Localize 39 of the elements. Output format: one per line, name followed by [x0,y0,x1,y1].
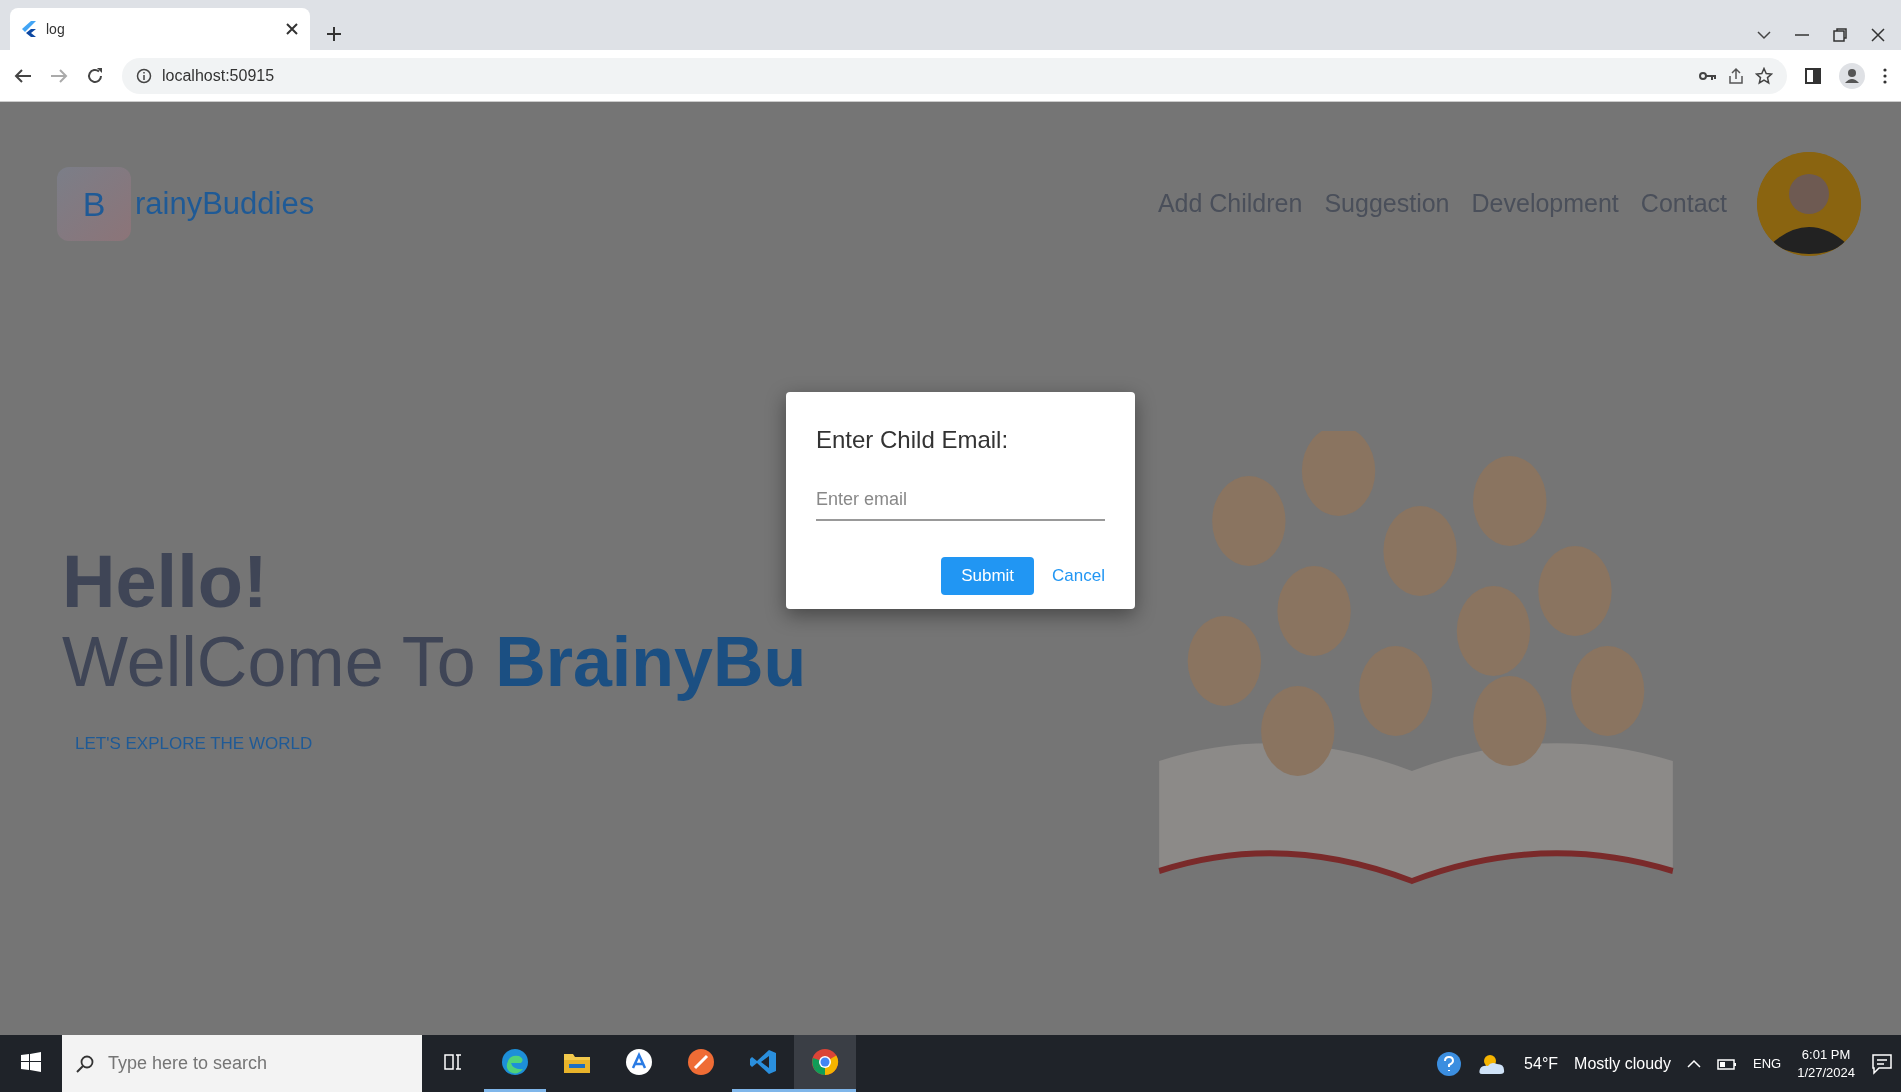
weather-condition: Mostly cloudy [1574,1053,1671,1074]
back-arrow-icon[interactable] [14,67,32,84]
share-icon[interactable] [1727,66,1745,85]
battery-icon[interactable] [1717,1057,1737,1070]
taskbar-search-field[interactable]: Type here to search [106,1049,408,1078]
submit-button[interactable]: Submit [941,557,1035,595]
address-bar[interactable]: localhost:50915 [122,57,1787,94]
more-icon[interactable] [1883,67,1887,84]
profile-icon[interactable] [1839,62,1865,89]
reload-icon[interactable] [86,66,104,85]
close-icon[interactable] [286,23,298,35]
minimize-icon[interactable] [1795,33,1809,37]
notification-icon[interactable] [1871,1052,1893,1075]
chrome-icon[interactable] [794,1035,856,1092]
avatar[interactable] [1757,152,1861,256]
side-panel-icon[interactable] [1805,67,1821,84]
cancel-link[interactable]: Cancel [1052,557,1105,595]
help-icon[interactable] [1436,1050,1463,1077]
restore-icon[interactable] [1833,28,1847,42]
search-icon [76,1054,94,1073]
logo-badge: B [57,167,131,241]
tab-title: log [46,19,66,39]
close-icon[interactable] [1871,28,1885,42]
star-icon[interactable] [1755,66,1773,85]
brand-name: rainyBuddies [135,184,315,223]
info-icon [136,67,152,84]
key-icon[interactable] [1699,70,1717,81]
clock-time: 6:01 PM [1800,1045,1852,1064]
dialog-title: Enter Child Email: [816,425,1010,455]
chevron-up-icon[interactable] [1687,1058,1701,1069]
taskbar-search-box[interactable]: Type here to search [62,1035,422,1092]
clock-date: 1/27/2024 [1797,1063,1855,1082]
weather-temperature: 54°F [1524,1053,1559,1074]
tagline: LET'S EXPLORE THE WORLD [75,732,314,755]
flutter-logo-icon [22,21,36,37]
new-tab-icon[interactable] [326,26,342,42]
browser-tab[interactable]: log [10,8,310,50]
chevron-down-icon[interactable] [1757,30,1771,40]
language-indicator[interactable]: ENG [1753,1054,1782,1073]
